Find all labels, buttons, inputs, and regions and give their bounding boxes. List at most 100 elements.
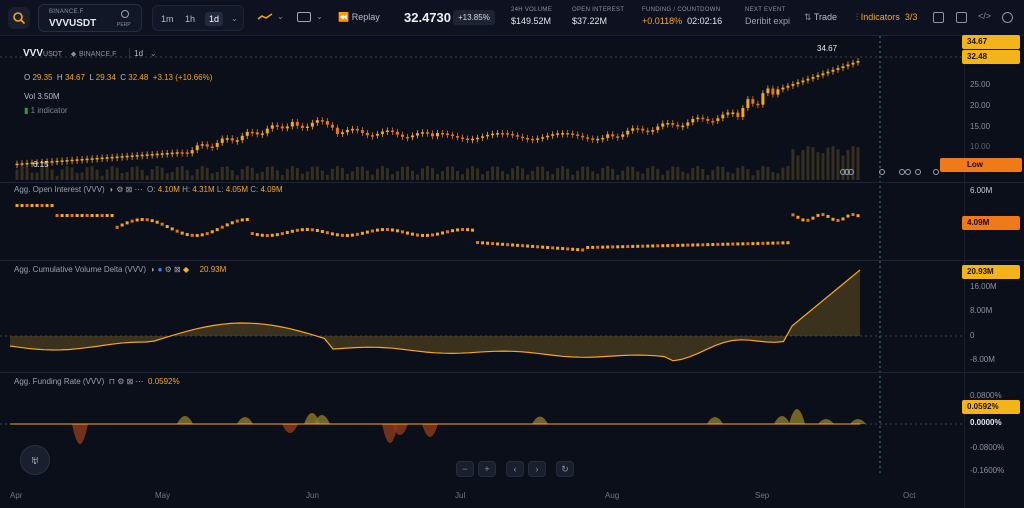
replay-button[interactable]: ⏪ Replay	[338, 12, 380, 23]
calendar-icon[interactable]	[956, 12, 967, 23]
event-marker-icon	[915, 169, 921, 175]
zoom-in-button[interactable]: +	[478, 461, 496, 477]
globe-icon	[121, 10, 129, 18]
volume-bar	[551, 173, 555, 180]
more-icon[interactable]: ⋯	[135, 185, 145, 194]
funding-spike	[237, 417, 253, 424]
volume-bar	[546, 171, 550, 180]
cvd-area	[10, 270, 860, 361]
delete-icon[interactable]: ⊠	[127, 377, 136, 386]
settings-icon[interactable]: ⚙	[116, 185, 125, 194]
volume-bar	[220, 166, 224, 180]
timeframe-1m[interactable]: 1m	[157, 12, 178, 26]
candle-body	[666, 123, 670, 125]
indicators-label: Indicators	[860, 12, 900, 22]
delete-icon[interactable]: ⊠	[126, 185, 135, 194]
oi-candle	[170, 227, 174, 231]
volume-bar	[751, 175, 755, 180]
candle-body	[511, 133, 515, 136]
settings-icon[interactable]: ⚙	[117, 377, 126, 386]
layout-chevron-icon[interactable]: ⌄	[316, 12, 323, 21]
oi-candle	[586, 245, 590, 249]
zoom-out-button[interactable]: −	[456, 461, 474, 477]
trade-button[interactable]: ⇅ Trade	[804, 12, 837, 23]
volume-bar	[215, 171, 219, 180]
volume-bar	[160, 167, 164, 180]
volume-bar	[230, 170, 234, 180]
candle-body	[611, 134, 615, 137]
axis-label: 20.00	[970, 101, 991, 110]
volume-bar	[395, 171, 399, 180]
volume-bar	[415, 174, 419, 180]
app-logo[interactable]	[8, 7, 30, 29]
x-axis-label: Sep	[755, 491, 770, 500]
indicators-button[interactable]: ⫶ Indicators 3/3	[856, 12, 917, 23]
candle-body	[631, 128, 635, 131]
code-icon[interactable]: </>	[978, 11, 991, 21]
candle-body	[255, 132, 259, 135]
pane-divider[interactable]	[0, 182, 1024, 183]
volume-bar	[496, 166, 500, 180]
candle-body	[70, 159, 74, 162]
main-pane-timeframe[interactable]: 1d	[129, 48, 148, 59]
candle-body	[471, 138, 475, 141]
oi-pane-title[interactable]: Agg. Open Interest (VVV) ◗ ⚙ ⊠ ⋯ O: 4.10…	[14, 185, 283, 194]
cvd-pane-title[interactable]: Agg. Cumulative Volume Delta (VVV) ◗ ● ⚙…	[14, 265, 226, 274]
candle-body	[436, 133, 440, 137]
reset-chart-button[interactable]: ↻	[556, 461, 574, 477]
oi-candle	[410, 232, 414, 236]
scroll-right-button[interactable]: ›	[528, 461, 546, 477]
candle-body	[195, 145, 199, 151]
volume-bar	[180, 166, 184, 180]
timeframe-1d[interactable]: 1d	[205, 12, 224, 26]
scroll-left-button[interactable]: ‹	[506, 461, 524, 477]
market-type-label: PERP	[117, 22, 131, 28]
oi-candle	[305, 228, 309, 232]
candlestick-chart-icon[interactable]	[257, 12, 273, 22]
volume-bar	[541, 166, 545, 180]
chart-type-chevron-icon[interactable]: ⌄	[277, 12, 284, 21]
symbol-selector[interactable]: BINANCE.F VVVUSDT PERP	[38, 4, 142, 32]
sidebar-toggle-icon[interactable]	[933, 12, 944, 23]
candle-body	[380, 131, 384, 134]
more-icon[interactable]: ⋯	[136, 377, 146, 386]
eye-icon[interactable]: ◗	[148, 265, 157, 274]
timeframe-1h[interactable]: 1h	[181, 12, 199, 26]
candle-body	[701, 117, 705, 120]
candle-body	[290, 121, 294, 127]
volume-bar	[691, 167, 695, 180]
stat-next-event[interactable]: NEXT EVENT Deribit expi	[745, 7, 790, 26]
chevron-down-icon[interactable]: ⌄	[231, 14, 238, 23]
indicator-toggle[interactable]: ▮ 1 indicator	[24, 106, 68, 115]
oi-candle	[120, 223, 124, 227]
candle-body	[696, 117, 700, 120]
candle-body	[190, 150, 194, 154]
volume-bar	[781, 167, 785, 180]
oi-candle	[375, 228, 379, 232]
funding-pane-title[interactable]: Agg. Funding Rate (VVV) ⊓ ⚙ ⊠ ⋯ 0.0592%	[14, 377, 180, 386]
volume-bar	[30, 172, 34, 180]
timeframe-chevron-icon[interactable]: ⌄	[150, 49, 157, 58]
candle-body	[170, 152, 174, 155]
layout-icon[interactable]	[297, 12, 311, 22]
oi-candle	[726, 242, 730, 246]
pane-divider[interactable]	[0, 260, 1024, 261]
bookmark-icon[interactable]: ⊓	[107, 377, 118, 386]
settings-icon[interactable]	[1002, 12, 1013, 23]
eye-icon[interactable]: ◗	[107, 185, 116, 194]
volume-bar	[596, 173, 600, 180]
oi-candle	[686, 243, 690, 247]
volume-bar	[190, 175, 194, 180]
candle-body	[385, 130, 389, 133]
volume-bar	[280, 174, 284, 180]
oi-candle	[546, 245, 550, 249]
volume-bar	[501, 171, 505, 180]
pane-divider[interactable]	[0, 372, 1024, 373]
volume-bar	[365, 170, 369, 180]
delete-icon[interactable]: ⊠	[174, 265, 183, 274]
settings-icon[interactable]: ⚙	[165, 265, 174, 274]
volume-bar	[806, 146, 810, 180]
replay-label: Replay	[351, 12, 380, 22]
candle-body	[646, 130, 650, 133]
floating-action-button[interactable]: ♅	[20, 445, 50, 475]
